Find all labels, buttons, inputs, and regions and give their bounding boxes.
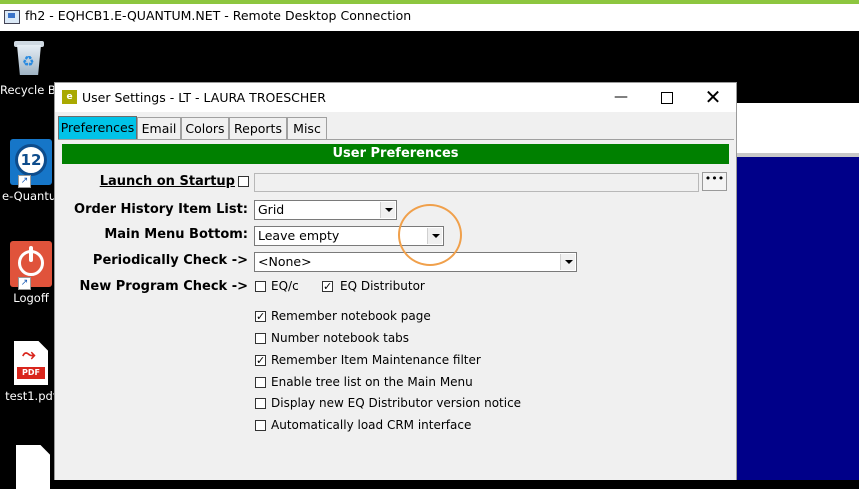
tab-colors[interactable]: Colors bbox=[181, 117, 229, 139]
tab-email[interactable]: Email bbox=[137, 117, 181, 139]
tab-preferences[interactable]: Preferences bbox=[58, 116, 137, 140]
desktop-icon-recycle-bin[interactable]: ♻ Recycle Bin bbox=[0, 39, 58, 97]
eqc-label: EQ/c bbox=[271, 279, 299, 293]
desktop-icon-test1-pdf[interactable]: ⤳ PDF test1.pdf bbox=[2, 341, 60, 403]
remember-item-maintenance-filter-checkbox[interactable]: ✓ bbox=[255, 355, 266, 366]
pdf-file-icon: ⤳ PDF bbox=[14, 341, 48, 385]
user-settings-window: e User Settings - LT - LAURA TROESCHER —… bbox=[54, 82, 737, 480]
order-history-select[interactable]: Grid bbox=[254, 200, 397, 220]
close-button[interactable]: ✕ bbox=[690, 83, 736, 112]
desktop-icon-label: Recycle Bin bbox=[0, 83, 58, 97]
desktop-icon-label: Logoff bbox=[13, 291, 49, 305]
auto-load-crm-checkbox[interactable] bbox=[255, 420, 266, 431]
background-window bbox=[737, 103, 859, 480]
desktop-icon-label: test1.pdf bbox=[5, 389, 57, 403]
window-titlebar[interactable]: e User Settings - LT - LAURA TROESCHER —… bbox=[55, 83, 736, 112]
shortcut-arrow-icon: ↗ bbox=[18, 175, 31, 188]
browse-button[interactable]: ••• bbox=[702, 172, 727, 191]
auto-load-crm-label: Automatically load CRM interface bbox=[271, 418, 472, 432]
tab-misc[interactable]: Misc bbox=[287, 117, 327, 139]
recycle-bin-icon: ♻ bbox=[11, 39, 47, 77]
shortcut-arrow-icon: ↗ bbox=[18, 277, 31, 290]
launch-on-startup-label: Launch on Startup bbox=[99, 174, 235, 189]
enable-tree-list-label: Enable tree list on the Main Menu bbox=[271, 375, 473, 389]
launch-on-startup-checkbox[interactable] bbox=[238, 176, 249, 187]
number-notebook-tabs-label: Number notebook tabs bbox=[271, 331, 410, 345]
maximize-button[interactable] bbox=[644, 83, 690, 112]
remember-notebook-page-label: Remember notebook page bbox=[271, 309, 431, 323]
remember-notebook-page-checkbox[interactable]: ✓ bbox=[255, 311, 266, 322]
desktop-icon-label: e-Quantum bbox=[2, 189, 60, 203]
tab-reports[interactable]: Reports bbox=[229, 117, 287, 139]
periodically-check-label: Periodically Check -> bbox=[92, 253, 248, 268]
eq-distributor-label: EQ Distributor bbox=[340, 279, 425, 293]
main-menu-bottom-label: Main Menu Bottom: bbox=[104, 227, 248, 242]
chevron-down-icon[interactable] bbox=[560, 254, 575, 270]
eq-distributor-checkbox[interactable]: ✓ bbox=[322, 281, 333, 292]
eqc-checkbox[interactable] bbox=[255, 281, 266, 292]
desktop-icon-e-quantum[interactable]: 12 ↗ e-Quantum bbox=[2, 139, 60, 203]
maximize-icon bbox=[661, 91, 673, 104]
power-icon: ↗ bbox=[10, 241, 52, 290]
number-notebook-tabs-checkbox[interactable] bbox=[255, 333, 266, 344]
e-quantum-app-icon: 12 ↗ bbox=[10, 139, 52, 188]
startup-program-field[interactable] bbox=[254, 173, 699, 192]
remote-desktop-icon bbox=[4, 10, 20, 24]
chevron-down-icon[interactable] bbox=[380, 202, 395, 218]
app-icon: e bbox=[62, 90, 77, 104]
rdp-title: fh2 - EQHCB1.E-QUANTUM.NET - Remote Desk… bbox=[25, 8, 412, 23]
annotation-highlight-circle bbox=[398, 204, 462, 266]
order-history-label: Order History Item List: bbox=[74, 202, 248, 217]
minimize-button[interactable]: — bbox=[598, 83, 644, 112]
enable-tree-list-checkbox[interactable] bbox=[255, 377, 266, 388]
rdp-titlebar: fh2 - EQHCB1.E-QUANTUM.NET - Remote Desk… bbox=[0, 0, 859, 31]
section-header: User Preferences bbox=[62, 144, 729, 164]
new-program-check-label: New Program Check -> bbox=[79, 279, 248, 294]
window-title: User Settings - LT - LAURA TROESCHER bbox=[82, 90, 326, 105]
display-version-notice-checkbox[interactable] bbox=[255, 398, 266, 409]
document-icon bbox=[16, 445, 50, 489]
desktop-icon-logoff[interactable]: ↗ Logoff bbox=[2, 241, 60, 305]
remember-item-maintenance-filter-label: Remember Item Maintenance filter bbox=[271, 353, 481, 367]
display-version-notice-label: Display new EQ Distributor version notic… bbox=[271, 396, 522, 410]
